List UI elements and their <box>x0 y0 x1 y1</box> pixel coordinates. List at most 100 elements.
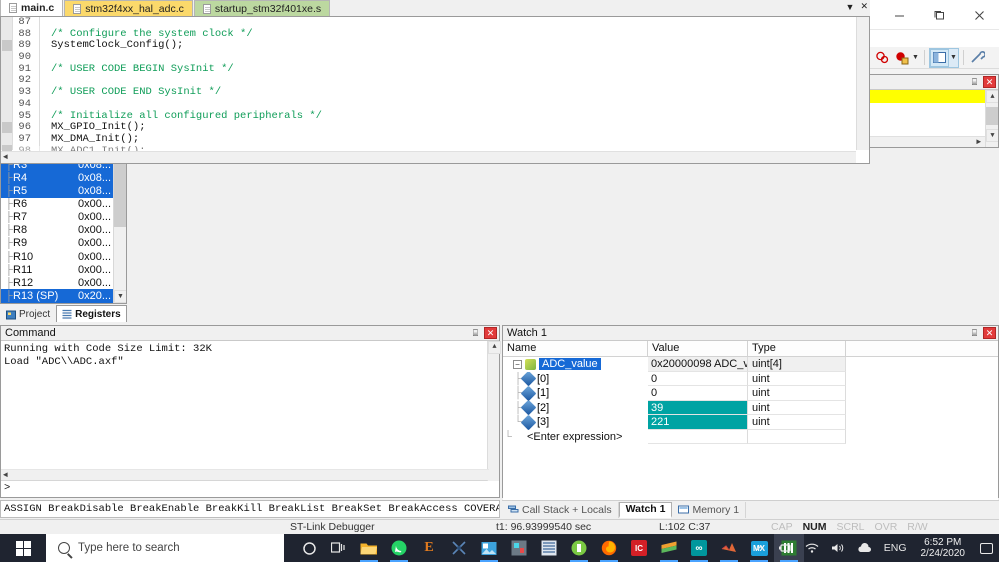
watch-row-adc-value[interactable]: − ADC_value 0x20000098 ADC_value uint[4] <box>503 357 998 372</box>
watch-pin-icon[interactable]: ⌸ <box>969 327 980 339</box>
sublime-icon[interactable] <box>654 534 684 562</box>
usb-icon[interactable] <box>772 542 799 554</box>
disassembly-scroll-thumb[interactable] <box>986 107 998 125</box>
tab-memory-1[interactable]: Memory 1 <box>672 501 747 518</box>
disassembly-scroll-up-icon[interactable]: ▲ <box>986 90 998 103</box>
watch-col-name[interactable]: Name <box>503 341 648 356</box>
watch-row-index-0[interactable]: ├ [0] 0 uint <box>503 371 998 386</box>
command-hscrollbar[interactable]: ◄ <box>1 469 489 480</box>
tab-registers[interactable]: Registers <box>56 305 127 322</box>
watch-col-type[interactable]: Type <box>748 341 846 356</box>
tab-main-c[interactable]: main.c <box>0 0 64 16</box>
watch-value[interactable] <box>648 429 748 444</box>
firefox-icon[interactable] <box>594 534 624 562</box>
watch-value[interactable]: 0x20000098 ADC_value <box>648 357 748 372</box>
editor-breakpoint-gutter[interactable] <box>1 17 13 156</box>
expression-encoder-icon[interactable]: E <box>414 534 444 562</box>
whatsapp-icon[interactable] <box>384 534 414 562</box>
disassembly-vscrollbar[interactable]: ▲ ▼ <box>985 90 998 147</box>
iccavr-icon[interactable]: IC <box>624 534 654 562</box>
clock[interactable]: 6:52 PM 2/24/2020 <box>913 537 974 559</box>
file-explorer-icon[interactable] <box>354 534 384 562</box>
command-close-icon[interactable]: ✕ <box>484 327 497 339</box>
search-input[interactable]: Type here to search <box>46 534 284 562</box>
breakpoint-marker[interactable] <box>2 122 12 133</box>
disassembly-close-icon[interactable]: ✕ <box>983 76 996 88</box>
multisim-icon[interactable] <box>534 534 564 562</box>
watch-name-cell[interactable]: └ <Enter expression> <box>503 430 648 445</box>
editor-tab-list-icon[interactable]: ▼ <box>846 2 855 12</box>
editor-hscrollbar[interactable]: ◄ <box>1 151 856 163</box>
editor-scroll-left-icon[interactable]: ◄ <box>1 153 8 162</box>
language-indicator[interactable]: ENG <box>878 542 913 554</box>
bookmarks-icon[interactable] <box>892 49 911 67</box>
windows-start-icon[interactable] <box>0 534 46 562</box>
window-layout-dropdown-icon[interactable]: ▼ <box>949 49 958 67</box>
volume-icon[interactable] <box>825 542 851 554</box>
command-scroll-left-icon[interactable]: ◄ <box>1 469 8 482</box>
register-row-r10[interactable]: ├R10 0x00... <box>1 250 126 263</box>
keil-green-icon[interactable] <box>564 534 594 562</box>
register-row-r14-lr[interactable]: ├R14 (LR)0x08... <box>1 302 126 303</box>
watch-name-cell[interactable]: └ [3] <box>503 415 648 430</box>
register-row-r12[interactable]: ├R12 0x00... <box>1 276 126 289</box>
tab-project[interactable]: Project <box>0 307 56 322</box>
command-output[interactable]: Running with Code Size Limit: 32K Load "… <box>1 341 501 481</box>
watch-row-index-3[interactable]: └ [3] 221 uint <box>503 415 998 430</box>
photos-icon[interactable] <box>474 534 504 562</box>
expand-collapse-icon[interactable]: − <box>513 359 522 369</box>
tab-watch-1[interactable]: Watch 1 <box>618 501 673 518</box>
disassembly-scroll-down-icon[interactable]: ▼ <box>986 129 998 142</box>
kill-breakpoints-icon[interactable] <box>873 49 892 67</box>
close-button[interactable] <box>959 0 999 30</box>
tray-chevron-icon[interactable] <box>749 543 772 554</box>
command-pin-icon[interactable]: ⌸ <box>470 327 481 339</box>
command-keywords-bar[interactable]: ASSIGN BreakDisable BreakEnable BreakKil… <box>0 500 500 518</box>
watch-value[interactable]: 0 <box>648 371 748 386</box>
xilinx-icon[interactable] <box>444 534 474 562</box>
watch-close-icon[interactable]: ✕ <box>983 327 996 339</box>
watch-col-value[interactable]: Value <box>648 341 748 356</box>
register-row-r11[interactable]: ├R11 0x00... <box>1 263 126 276</box>
editor-content[interactable]: 87 88/* Configure the system clock */ 89… <box>0 17 870 164</box>
matlab-icon[interactable] <box>714 534 744 562</box>
tab-startup-stm32f401xe-s[interactable]: startup_stm32f401xe.s <box>193 0 331 16</box>
command-scroll-up-icon[interactable]: ▲ <box>488 341 501 354</box>
notification-icon[interactable] <box>973 534 999 562</box>
register-row-r7[interactable]: ├R7 0x00... <box>1 211 126 224</box>
onedrive-icon[interactable] <box>851 542 878 554</box>
watch-name-cell[interactable]: − ADC_value <box>503 357 648 372</box>
watch-name-cell[interactable]: ├ [1] <box>503 386 648 401</box>
command-input[interactable]: > <box>1 481 499 496</box>
wifi-icon[interactable] <box>799 542 825 554</box>
registers-scroll-down-icon[interactable]: ▼ <box>114 290 126 303</box>
register-row-r6[interactable]: ├R6 0x00... <box>1 198 126 211</box>
breakpoint-marker[interactable] <box>2 40 12 51</box>
disassembly-scroll-right-icon[interactable]: ► <box>976 138 981 147</box>
register-row-r4[interactable]: ├R4 0x08... <box>1 171 126 185</box>
register-row-r5[interactable]: ├R5 0x08... <box>1 184 126 198</box>
watch-name-cell[interactable]: ├ [2] <box>503 400 648 415</box>
editor-vscrollbar[interactable] <box>856 17 869 150</box>
watch-row-index-2[interactable]: ├ [2] 39 uint <box>503 400 998 415</box>
tab-call-stack-locals[interactable]: Call Stack + Locals <box>502 501 619 518</box>
watch-row-index-1[interactable]: ├ [1] 0 uint <box>503 386 998 401</box>
watch-value[interactable]: 0 <box>648 386 748 401</box>
altium-icon[interactable] <box>504 534 534 562</box>
window-layout-icon[interactable] <box>930 48 949 67</box>
register-row-r8[interactable]: ├R8 0x00... <box>1 224 126 237</box>
watch-name-cell[interactable]: ├ [0] <box>503 371 648 386</box>
tab-stm32f4xx-hal-adc-c[interactable]: stm32f4xx_hal_adc.c <box>64 0 193 16</box>
watch-value[interactable]: 221 <box>648 415 748 430</box>
bookmarks-dropdown-icon[interactable]: ▼ <box>911 49 920 67</box>
command-vscrollbar[interactable]: ▲ <box>487 341 501 481</box>
build-tools-icon[interactable] <box>968 49 987 67</box>
task-view-icon[interactable] <box>324 534 354 562</box>
editor-close-tab-icon[interactable]: ✕ <box>860 1 868 12</box>
watch-value[interactable]: 39 <box>648 400 748 415</box>
minimize-button[interactable] <box>879 0 919 30</box>
register-row-r9[interactable]: ├R9 0x00... <box>1 237 126 250</box>
arduino-icon[interactable]: ∞ <box>684 534 714 562</box>
cortana-icon[interactable] <box>294 534 324 562</box>
disassembly-pin-icon[interactable]: ⌸ <box>969 76 980 88</box>
